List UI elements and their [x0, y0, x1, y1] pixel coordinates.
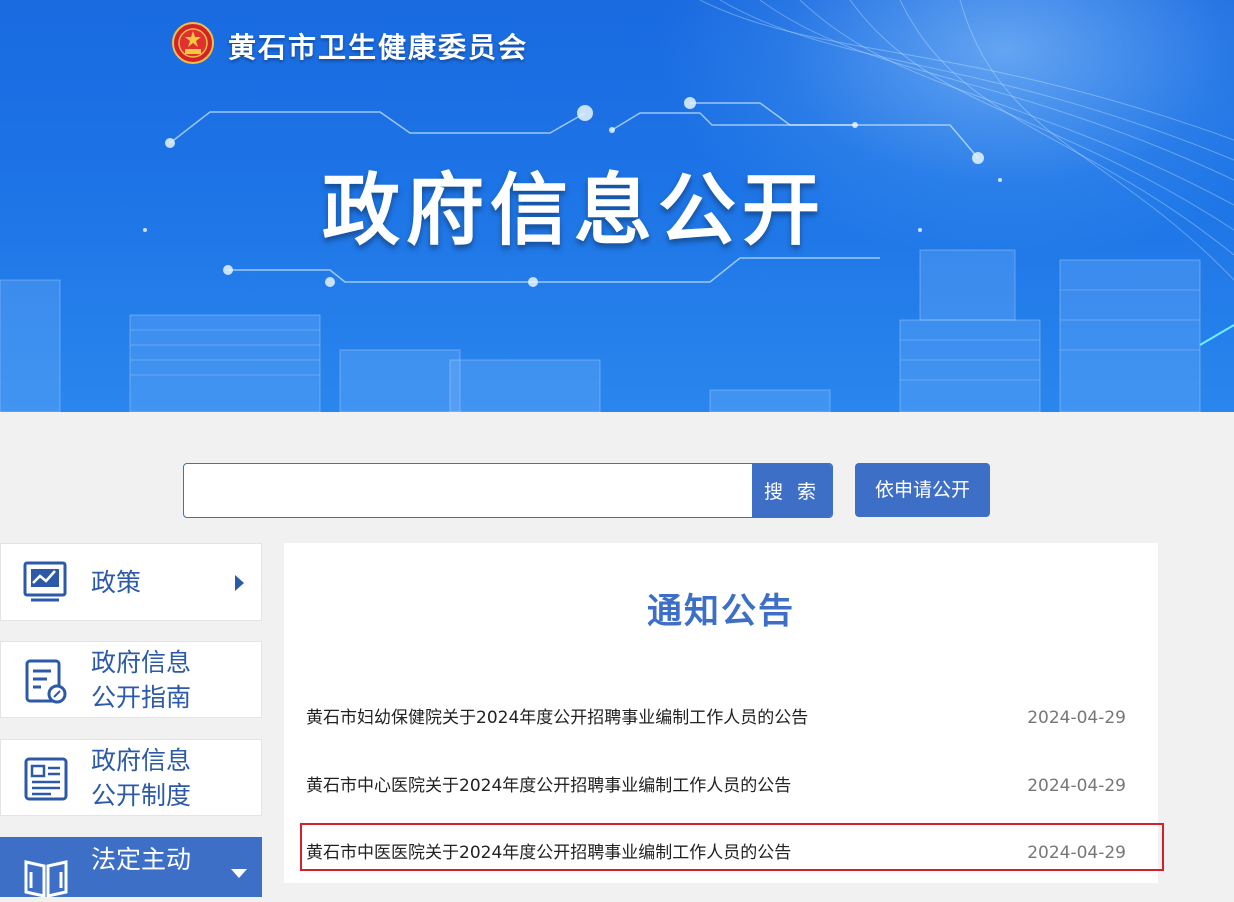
regulation-document-icon	[24, 757, 68, 801]
national-emblem-icon	[172, 22, 214, 64]
search-button[interactable]: 搜 索	[752, 464, 832, 517]
sidebar-item-label: 政策	[91, 568, 142, 597]
search-input[interactable]	[184, 464, 752, 517]
search-bar: 搜 索	[183, 463, 833, 518]
sidebar-item-label: 政府信息 公开制度	[91, 746, 192, 810]
sidebar-item-label: 政府信息 公开指南	[91, 648, 192, 712]
chevron-right-icon	[235, 575, 244, 591]
notice-title[interactable]: 黄石市妇幼保健院关于2024年度公开招聘事业编制工作人员的公告	[306, 703, 808, 733]
banner-title: 政府信息公开	[322, 166, 827, 256]
open-book-icon	[24, 860, 68, 898]
chevron-down-icon	[231, 869, 247, 878]
notice-date: 2024-04-29	[1027, 776, 1126, 796]
notice-date: 2024-04-29	[1027, 708, 1126, 728]
sidebar-item-guide[interactable]: 政府信息 公开指南	[0, 641, 262, 718]
sidebar-item-regulation[interactable]: 政府信息 公开制度	[0, 739, 262, 816]
chart-board-icon	[23, 561, 67, 602]
notice-title[interactable]: 黄石市中心医院关于2024年度公开招聘事业编制工作人员的公告	[306, 771, 791, 801]
notice-panel: 通知公告 黄石市妇幼保健院关于2024年度公开招聘事业编制工作人员的公告 202…	[284, 543, 1158, 883]
sidebar-item-policy[interactable]: 政策	[0, 543, 262, 621]
sidebar-item-label: 法定主动	[91, 845, 192, 874]
list-item[interactable]: 黄石市中心医院关于2024年度公开招聘事业编制工作人员的公告 2024-04-2…	[306, 771, 1126, 801]
sidebar-item-statutory[interactable]: 法定主动	[0, 837, 262, 898]
guide-document-icon	[25, 659, 67, 704]
list-item[interactable]: 黄石市妇幼保健院关于2024年度公开招聘事业编制工作人员的公告 2024-04-…	[306, 703, 1126, 733]
apply-disclosure-button[interactable]: 依申请公开	[855, 463, 990, 517]
list-item[interactable]: 黄石市中医医院关于2024年度公开招聘事业编制工作人员的公告 2024-04-2…	[306, 838, 1126, 868]
header-banner: 黄石市卫生健康委员会 政府信息公开	[0, 0, 1234, 412]
notice-date: 2024-04-29	[1027, 843, 1126, 863]
section-title: 通知公告	[646, 592, 795, 632]
notice-title[interactable]: 黄石市中医医院关于2024年度公开招聘事业编制工作人员的公告	[306, 838, 791, 868]
org-name[interactable]: 黄石市卫生健康委员会	[228, 26, 528, 66]
